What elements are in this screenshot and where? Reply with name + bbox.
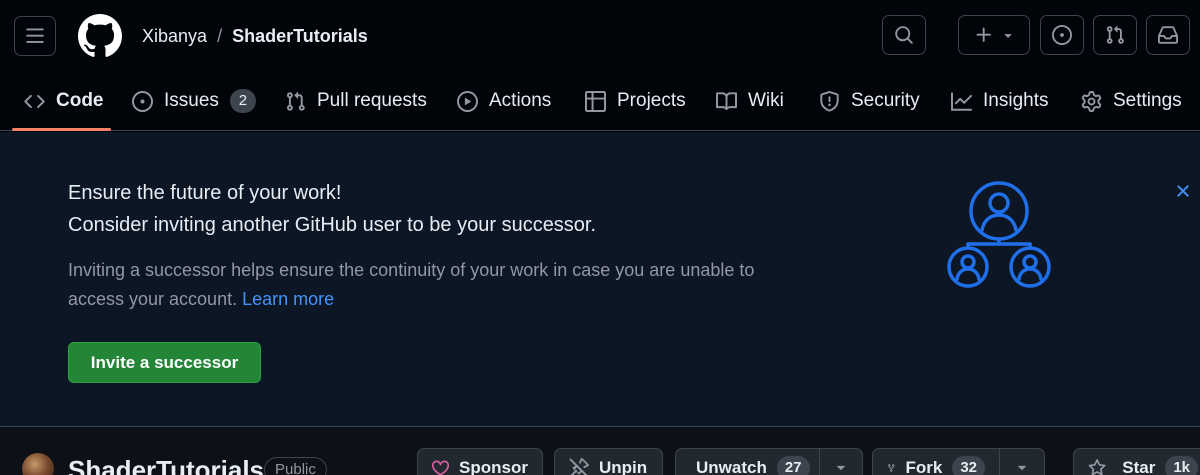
tab-settings-label: Settings	[1113, 90, 1182, 111]
table-icon	[585, 90, 606, 112]
tab-actions-label: Actions	[489, 90, 552, 111]
tab-wiki[interactable]: Wiki	[716, 72, 784, 130]
pin-slash-icon	[569, 458, 589, 475]
play-icon	[457, 90, 478, 112]
triangle-down-icon	[1004, 34, 1012, 38]
visibility-badge: Public	[264, 457, 327, 475]
breadcrumb-repo-link[interactable]: ShaderTutorials	[232, 26, 368, 47]
banner-subtitle: Consider inviting another GitHub user to…	[68, 214, 597, 236]
tab-insights-label: Insights	[983, 90, 1049, 111]
unpin-label: Unpin	[599, 458, 648, 475]
breadcrumb-separator: /	[217, 25, 223, 46]
tab-projects[interactable]: Projects	[585, 72, 686, 130]
breadcrumb: Xibanya / ShaderTutorials	[142, 24, 368, 48]
active-tab-indicator	[12, 128, 111, 131]
close-icon[interactable]	[1173, 181, 1193, 201]
banner-description-text: Inviting a successor helps ensure the co…	[68, 260, 755, 309]
unpin-button[interactable]: Unpin	[554, 448, 663, 475]
star-count-badge: 1k	[1165, 456, 1198, 475]
tab-pull-requests-label: Pull requests	[317, 90, 427, 111]
tab-actions[interactable]: Actions	[457, 72, 551, 130]
search-icon	[895, 26, 913, 44]
plus-icon	[976, 27, 991, 42]
invite-successor-button[interactable]: Invite a successor	[68, 342, 261, 383]
create-new-button[interactable]	[958, 15, 1030, 55]
tab-settings[interactable]: Settings	[1081, 72, 1182, 130]
repo-forked-icon	[888, 464, 895, 472]
gear-icon	[1081, 90, 1102, 112]
fork-count-badge: 32	[952, 456, 985, 475]
learn-more-link[interactable]: Learn more	[242, 289, 334, 309]
github-logo-icon[interactable]	[78, 14, 122, 58]
book-icon	[716, 91, 737, 110]
pull-requests-button[interactable]	[1093, 15, 1137, 55]
fork-button[interactable]: Fork 32	[872, 448, 1000, 475]
git-pull-request-icon	[286, 91, 305, 111]
tab-insights[interactable]: Insights	[951, 72, 1048, 130]
tab-security[interactable]: Security	[819, 72, 920, 130]
tab-code[interactable]: Code	[24, 72, 104, 130]
triangle-down-icon	[1017, 465, 1027, 471]
repo-name[interactable]: ShaderTutorials	[68, 455, 264, 475]
heart-icon	[432, 460, 450, 475]
hamburger-icon	[26, 28, 44, 43]
sponsor-label: Sponsor	[459, 458, 528, 475]
star-icon	[1088, 459, 1106, 475]
tab-pull-requests[interactable]: Pull requests	[285, 72, 427, 130]
unwatch-label: Unwatch	[696, 458, 767, 475]
global-header: Xibanya / ShaderTutorials	[0, 0, 1200, 72]
tab-projects-label: Projects	[617, 90, 686, 111]
shield-icon	[820, 90, 839, 112]
fork-label: Fork	[905, 458, 943, 475]
successor-banner: Ensure the future of your work! Consider…	[0, 132, 1200, 426]
tab-wiki-label: Wiki	[748, 90, 784, 111]
tab-issues-label: Issues	[164, 90, 219, 111]
breadcrumb-owner-link[interactable]: Xibanya	[142, 26, 207, 47]
watch-dropdown-button[interactable]	[819, 448, 863, 475]
issue-opened-icon	[1052, 25, 1072, 45]
git-pull-request-icon	[1106, 25, 1124, 44]
issues-count-badge: 2	[229, 89, 256, 113]
issue-opened-icon	[132, 90, 153, 112]
inbox-button[interactable]	[1146, 15, 1190, 55]
code-icon	[24, 94, 45, 108]
tab-security-label: Security	[851, 90, 920, 111]
repo-nav: Code Issues 2 Pull requests Actions Proj…	[0, 72, 1200, 131]
menu-button[interactable]	[14, 16, 56, 56]
triangle-down-icon	[836, 465, 846, 471]
issues-button[interactable]	[1040, 15, 1084, 55]
star-button[interactable]: Star 1k	[1073, 448, 1200, 475]
banner-title: Ensure the future of your work!	[68, 182, 342, 204]
successor-people-icon	[947, 181, 1051, 288]
search-button[interactable]	[882, 15, 926, 55]
banner-description: Inviting a successor helps ensure the co…	[68, 256, 808, 314]
tab-code-label: Code	[56, 90, 104, 111]
fork-dropdown-button[interactable]	[999, 448, 1045, 475]
owner-avatar[interactable]	[22, 453, 54, 475]
watch-count-badge: 27	[776, 456, 810, 475]
graph-icon	[951, 91, 972, 111]
inbox-icon	[1158, 26, 1178, 44]
tab-issues[interactable]: Issues 2	[132, 72, 256, 130]
unwatch-button[interactable]: Unwatch 27	[675, 448, 820, 475]
repo-title-bar: ShaderTutorials Public Sponsor Unpin Unw…	[0, 426, 1200, 475]
star-label: Star	[1122, 458, 1156, 475]
sponsor-button[interactable]: Sponsor	[417, 448, 543, 475]
